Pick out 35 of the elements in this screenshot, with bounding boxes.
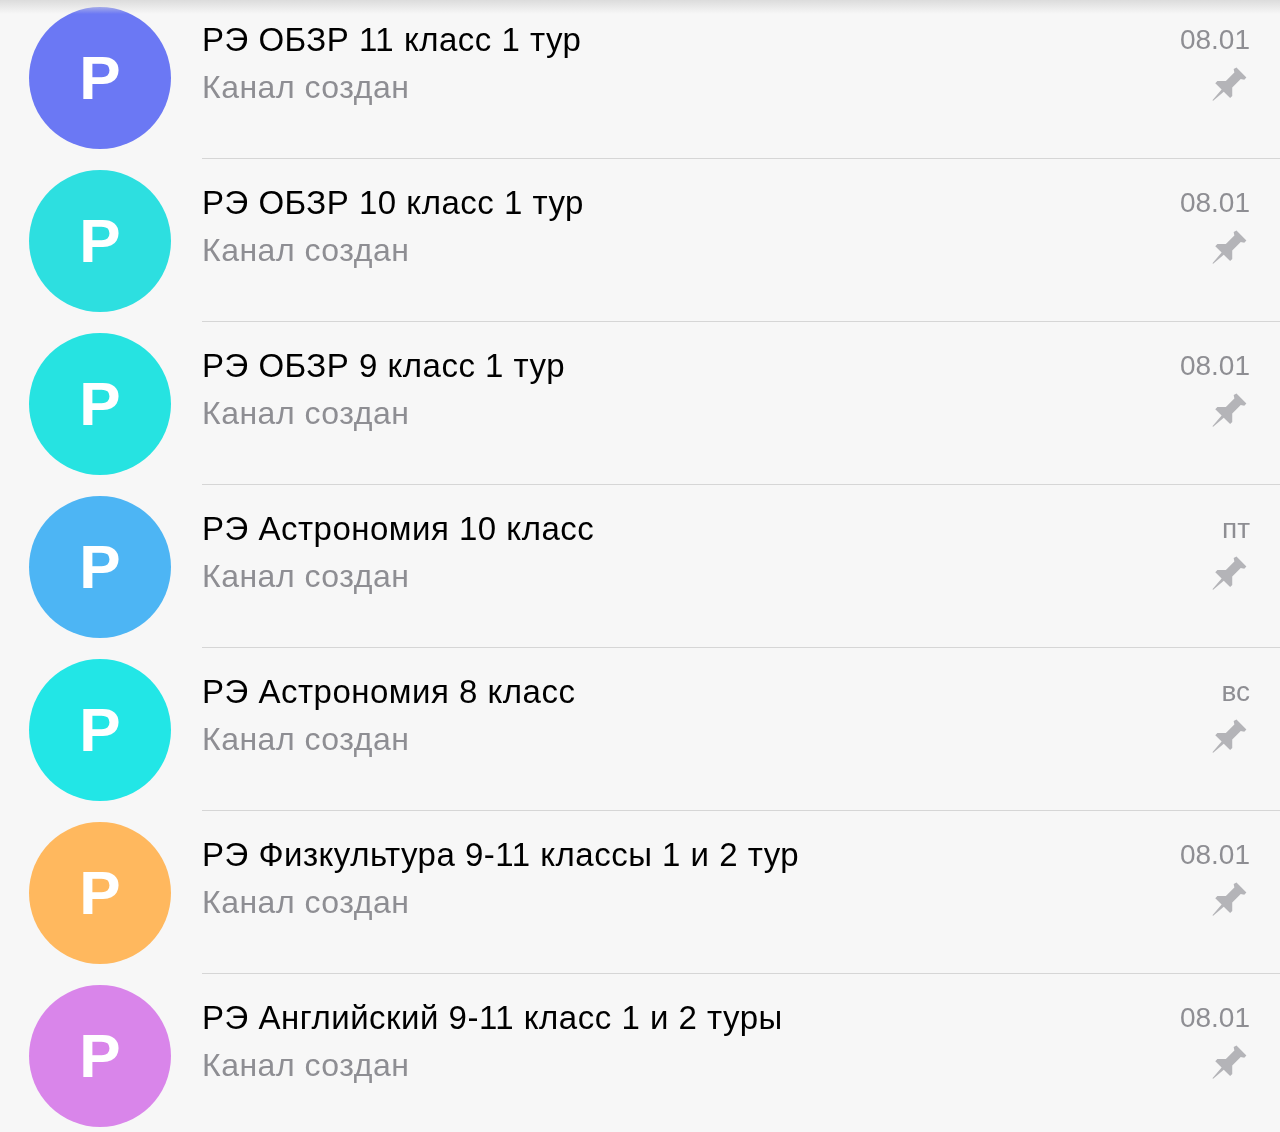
chat-date: вс [1221, 676, 1250, 708]
channel-avatar: Р [29, 169, 171, 312]
chat-title: РЭ Английский 9-11 класс 1 и 2 туры [202, 998, 783, 1038]
chat-date: 08.01 [1179, 350, 1250, 382]
chat-row[interactable]: Р РЭ Астрономия 10 класс Канал создан пт [0, 485, 1280, 648]
last-message: Канал создан [202, 883, 410, 922]
chat-row[interactable]: Р РЭ Английский 9-11 класс 1 и 2 туры Канал создан 08.01 [0, 974, 1280, 1132]
chat-row[interactable]: Р РЭ ОБЗР 9 класс 1 тур Канал создан 08.01 [0, 322, 1280, 485]
last-message: Канал создан [202, 68, 410, 107]
chat-title: РЭ ОБЗР 11 класс 1 тур [202, 20, 582, 60]
channel-avatar: Р [29, 984, 171, 1127]
last-message: Канал создан [202, 1046, 410, 1085]
chat-date: 08.01 [1179, 187, 1250, 219]
chat-date: пт [1222, 513, 1250, 545]
chat-row[interactable]: Р РЭ Физкультура 9-11 классы 1 и 2 тур Канал создан 08.01 [0, 811, 1280, 974]
chat-title: РЭ Астрономия 10 класс [202, 509, 595, 549]
chat-date: 08.01 [1179, 839, 1250, 871]
last-message: Канал создан [202, 394, 410, 433]
channel-avatar: Р [29, 658, 171, 801]
chat-title: РЭ ОБЗР 10 класс 1 тур [202, 183, 584, 223]
chat-date: 08.01 [1179, 24, 1250, 56]
channel-avatar: Р [29, 332, 171, 475]
chat-title: РЭ Астрономия 8 класс [202, 672, 576, 712]
channel-avatar: Р [29, 6, 171, 149]
last-message: Канал создан [202, 557, 410, 596]
channel-avatar: Р [29, 495, 171, 638]
chat-title: РЭ Физкультура 9-11 классы 1 и 2 тур [202, 835, 800, 875]
channel-avatar: Р [29, 821, 171, 964]
chat-row[interactable]: Р РЭ Астрономия 8 класс Канал создан вс [0, 648, 1280, 811]
last-message: Канал создан [202, 231, 410, 270]
chat-row[interactable]: Р РЭ ОБЗР 10 класс 1 тур Канал создан 08.01 [0, 159, 1280, 322]
chat-row[interactable]: Р РЭ ОБЗР 11 класс 1 тур Канал создан 08.01 [0, 0, 1280, 159]
chat-title: РЭ ОБЗР 9 класс 1 тур [202, 346, 566, 386]
chat-date: 08.01 [1179, 1002, 1250, 1034]
last-message: Канал создан [202, 720, 410, 759]
